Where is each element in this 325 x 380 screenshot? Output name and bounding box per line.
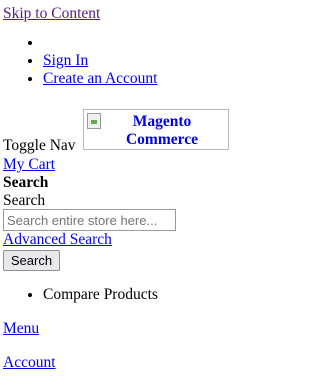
logo-alt-text: Magento Commerce bbox=[102, 113, 222, 149]
header-link-sign-in[interactable]: Sign In bbox=[43, 52, 157, 70]
search-heading: Search bbox=[3, 174, 49, 191]
toggle-nav[interactable]: Toggle Nav bbox=[3, 137, 76, 155]
broken-image-icon bbox=[87, 113, 101, 129]
header-links: Sign In Create an Account bbox=[0, 34, 157, 88]
account-link[interactable]: Account bbox=[3, 354, 56, 372]
menu-link[interactable]: Menu bbox=[3, 320, 39, 338]
header-link-create-account[interactable]: Create an Account bbox=[43, 70, 157, 88]
search-button[interactable]: Search bbox=[3, 250, 60, 271]
logo-alt-line1: Magento bbox=[132, 113, 192, 130]
compare-products-item: Compare Products bbox=[43, 286, 158, 304]
logo-link[interactable]: Magento Commerce bbox=[83, 109, 229, 150]
create-account-link[interactable]: Create an Account bbox=[43, 70, 157, 87]
search-label: Search bbox=[3, 192, 46, 209]
my-cart-link[interactable]: My Cart bbox=[3, 156, 55, 174]
logo-alt-line2: Commerce bbox=[125, 131, 198, 148]
compare-products-list: Compare Products bbox=[0, 286, 158, 304]
sign-in-link[interactable]: Sign In bbox=[43, 52, 88, 69]
skip-to-content-link[interactable]: Skip to Content bbox=[3, 5, 100, 23]
advanced-search-link[interactable]: Advanced Search bbox=[3, 231, 112, 249]
header-link-empty bbox=[43, 34, 157, 52]
search-input[interactable] bbox=[3, 209, 176, 231]
